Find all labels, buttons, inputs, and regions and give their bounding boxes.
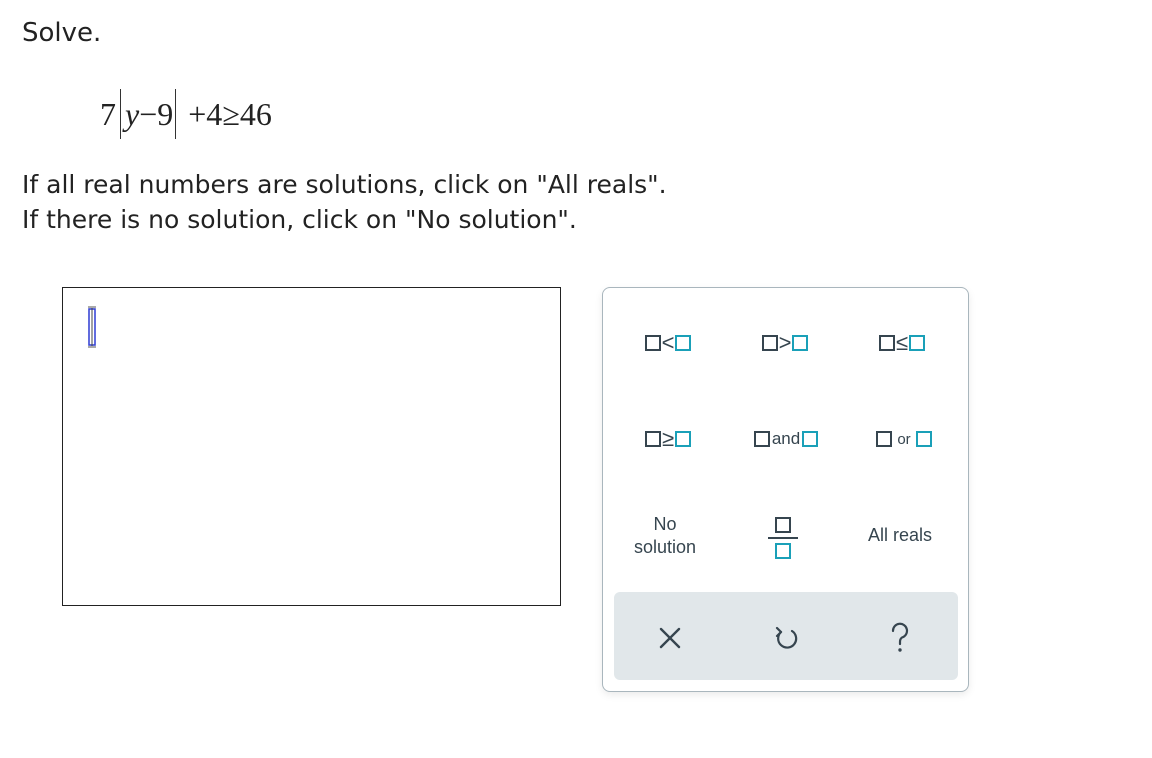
empty-box-icon bbox=[644, 335, 661, 351]
all-reals-key[interactable]: All reals bbox=[855, 520, 945, 550]
greater-than-symbol: > bbox=[778, 330, 792, 355]
clear-button[interactable] bbox=[652, 620, 688, 656]
absolute-value: y−9 bbox=[120, 89, 177, 139]
fraction-bar bbox=[768, 537, 798, 539]
no-solution-label-line1: No bbox=[653, 514, 677, 534]
less-equal-symbol: ≤ bbox=[895, 330, 909, 355]
text-cursor-icon bbox=[88, 306, 96, 348]
empty-box-icon bbox=[876, 431, 893, 447]
and-label: and bbox=[771, 429, 801, 448]
action-bar bbox=[614, 592, 958, 680]
empty-box-icon bbox=[675, 335, 692, 351]
clear-icon bbox=[659, 627, 681, 649]
or-key[interactable]: or bbox=[867, 424, 941, 454]
equation-after-abs: +4≥46 bbox=[188, 95, 272, 132]
help-icon bbox=[891, 622, 909, 652]
empty-box-icon bbox=[802, 431, 819, 447]
answer-input[interactable] bbox=[62, 287, 561, 606]
equation-coefficient: 7 bbox=[100, 95, 116, 132]
undo-icon bbox=[775, 626, 798, 649]
empty-box-icon bbox=[915, 431, 932, 447]
greater-than-key[interactable]: > bbox=[750, 328, 820, 358]
empty-box-icon bbox=[792, 335, 809, 351]
math-keypad: < > ≤ ≥ and or No solution All reals bbox=[602, 287, 969, 692]
no-solution-label-line2: solution bbox=[633, 537, 697, 557]
no-solution-key[interactable]: No solution bbox=[621, 510, 709, 562]
help-button[interactable] bbox=[882, 620, 918, 656]
empty-box-icon bbox=[675, 431, 692, 447]
greater-equal-symbol: ≥ bbox=[661, 426, 675, 451]
empty-box-icon bbox=[644, 431, 661, 447]
empty-box-icon bbox=[753, 431, 770, 447]
fraction-key[interactable] bbox=[765, 510, 801, 566]
or-label: or bbox=[897, 430, 911, 448]
equation: 7 y−9 +4≥46 bbox=[100, 88, 272, 140]
instruction-all-reals: If all real numbers are solutions, click… bbox=[22, 170, 667, 199]
greater-equal-key[interactable]: ≥ bbox=[633, 424, 703, 454]
less-equal-key[interactable]: ≤ bbox=[866, 328, 938, 358]
instruction-no-solution: If there is no solution, click on "No so… bbox=[22, 205, 577, 234]
empty-box-icon bbox=[761, 335, 778, 351]
prompt: Solve. bbox=[22, 18, 102, 48]
less-than-key[interactable]: < bbox=[633, 328, 703, 358]
less-than-symbol: < bbox=[661, 330, 675, 355]
empty-box-icon bbox=[909, 335, 926, 351]
numerator-box-icon bbox=[775, 517, 791, 533]
equation-variable: y bbox=[125, 96, 140, 132]
empty-box-icon bbox=[878, 335, 895, 351]
equation-abs-rest: −9 bbox=[139, 96, 174, 132]
denominator-box-icon bbox=[775, 543, 791, 559]
undo-button[interactable] bbox=[768, 620, 804, 656]
and-key[interactable]: and bbox=[746, 424, 826, 454]
